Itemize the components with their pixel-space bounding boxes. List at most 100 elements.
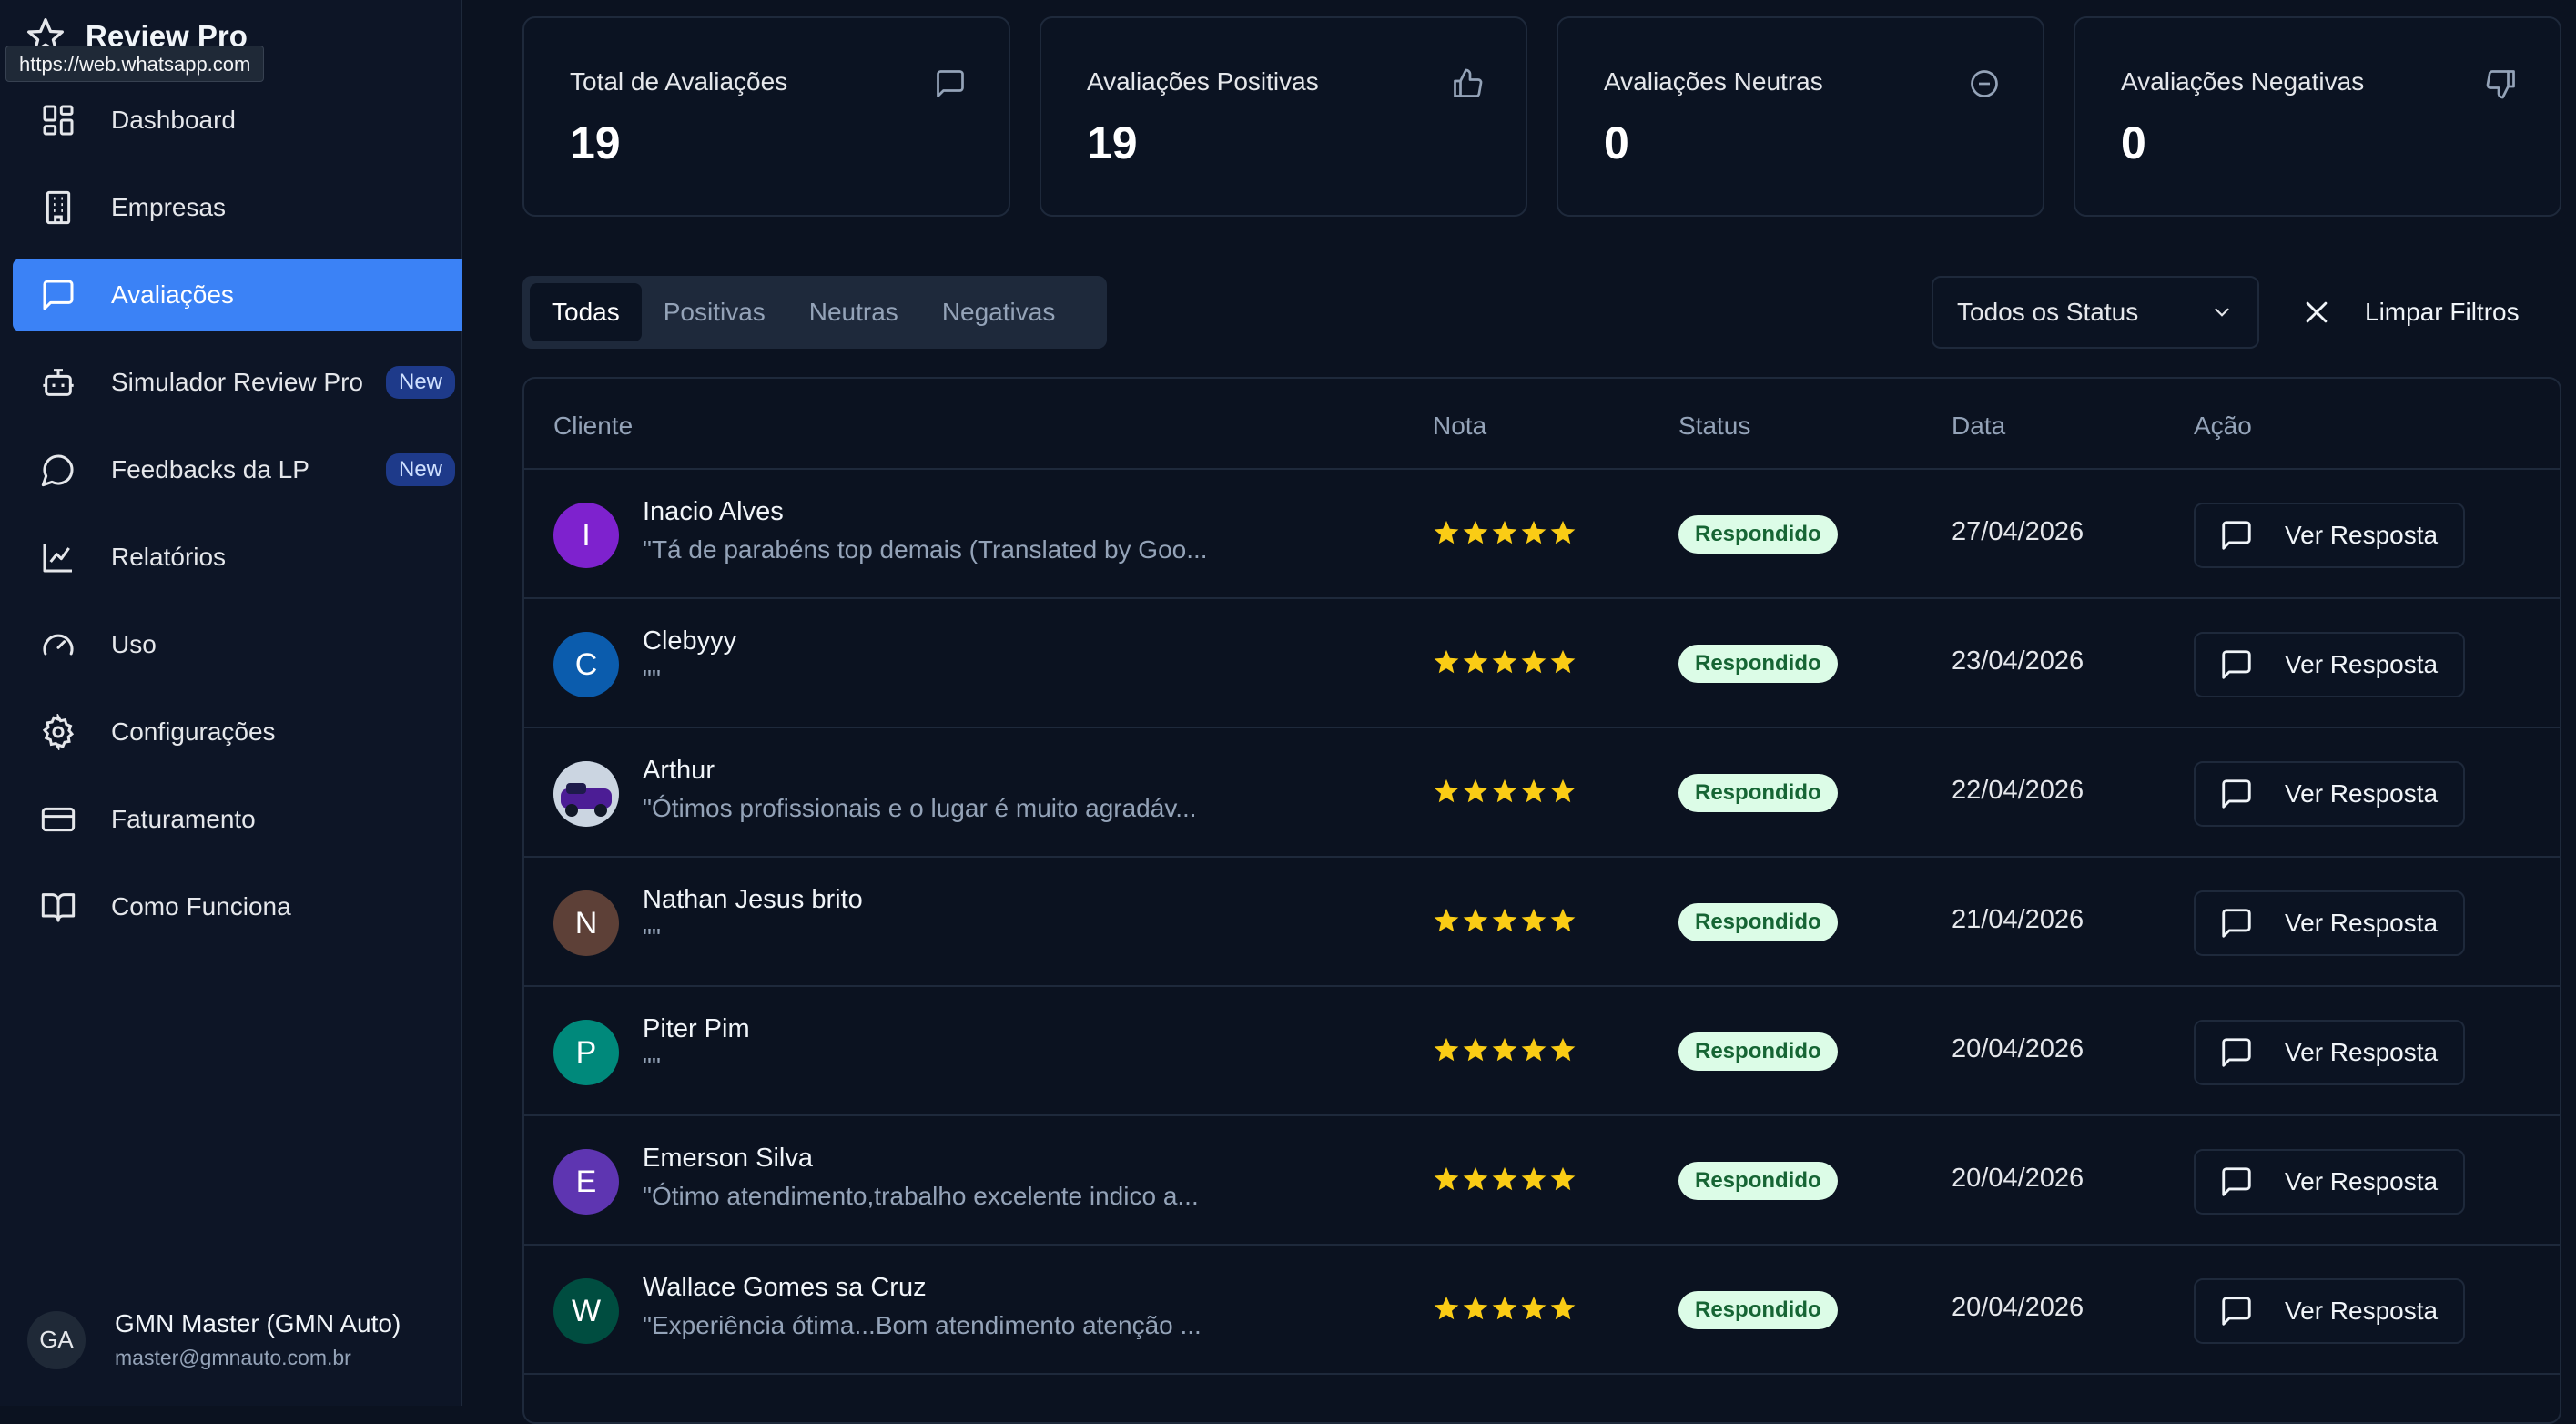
sidebar-item-como-funciona[interactable]: Como Funciona: [13, 870, 462, 943]
building-icon: [40, 189, 76, 226]
user-profile[interactable]: GA GMN Master (GMN Auto) master@gmnauto.…: [27, 1309, 401, 1370]
sidebar-item-relatorios[interactable]: Relatórios: [13, 521, 462, 594]
star-icon: [1462, 1295, 1489, 1322]
review-date: 22/04/2026: [1952, 776, 2084, 805]
message-square-icon: [934, 67, 967, 100]
ver-resposta-button[interactable]: Ver Resposta: [2194, 632, 2465, 697]
review-comment: "Ótimo atendimento,trabalho excelente in…: [643, 1182, 1199, 1210]
review-date: 20/04/2026: [1952, 1293, 2084, 1322]
credit-card-icon: [40, 801, 76, 838]
rating-stars: [1433, 907, 1577, 934]
star-icon: [1520, 778, 1547, 805]
star-icon: [1491, 1295, 1518, 1322]
sidebar-item-simulador[interactable]: Simulador Review Pro New: [13, 346, 462, 419]
sidebar-item-label: Feedbacks da LP: [111, 455, 309, 483]
filter-tabs: Todas Positivas Neutras Negativas: [522, 276, 1107, 349]
ver-resposta-button[interactable]: Ver Resposta: [2194, 890, 2465, 956]
star-icon: [1433, 648, 1460, 676]
star-icon: [1433, 519, 1460, 546]
sidebar-item-feedbacks[interactable]: Feedbacks da LP New: [13, 433, 462, 506]
sidebar-item-label: Simulador Review Pro: [111, 368, 363, 396]
stat-label: Total de Avaliações: [570, 67, 788, 96]
message-square-icon: [40, 277, 76, 313]
status-select-value: Todos os Status: [1957, 298, 2139, 326]
ver-resposta-button[interactable]: Ver Resposta: [2194, 503, 2465, 568]
star-icon: [1549, 778, 1577, 805]
star-icon: [1549, 519, 1577, 546]
client-name: Arthur: [643, 756, 715, 785]
tab-neutras[interactable]: Neutras: [787, 283, 920, 341]
tab-todas[interactable]: Todas: [530, 283, 642, 341]
stat-value: 19: [570, 117, 621, 168]
chart-icon: [40, 539, 76, 575]
review-comment: "": [643, 1053, 661, 1081]
star-icon: [1520, 648, 1547, 676]
review-date: 20/04/2026: [1952, 1164, 2084, 1193]
table-header: Cliente Nota Status Data Ação: [524, 379, 2560, 470]
table-body: I Inacio Alves "Tá de parabéns top demais …: [524, 470, 2560, 1375]
avatar-initial: P: [575, 1034, 597, 1070]
close-icon: [2301, 297, 2332, 328]
status-badge: Respondido: [1678, 1162, 1838, 1200]
sidebar-item-label: Faturamento: [111, 805, 256, 833]
sidebar-item-label: Empresas: [111, 193, 227, 221]
sidebar-item-avaliacoes[interactable]: Avaliações: [13, 259, 462, 331]
header-cliente: Cliente: [553, 412, 634, 440]
avatar: E: [553, 1149, 619, 1215]
message-square-icon: [2219, 906, 2254, 941]
stat-value: 0: [2121, 117, 2146, 168]
status-badge: Respondido: [1678, 1291, 1838, 1329]
sidebar-item-label: Relatórios: [111, 543, 227, 571]
sidebar-item-empresas[interactable]: Empresas: [13, 171, 462, 244]
status-select[interactable]: Todos os Status: [1932, 276, 2259, 349]
user-name: GMN Master (GMN Auto): [115, 1309, 401, 1338]
client-name: Inacio Alves: [643, 497, 784, 526]
sidebar-item-uso[interactable]: Uso: [13, 608, 462, 681]
ver-resposta-button[interactable]: Ver Resposta: [2194, 1020, 2465, 1085]
star-icon: [1549, 1295, 1577, 1322]
star-icon: [1462, 778, 1489, 805]
tab-negativas[interactable]: Negativas: [920, 283, 1078, 341]
action-label: Ver Resposta: [2285, 1038, 2439, 1066]
review-comment: "Experiência ótima...Bom atendimento ate…: [643, 1311, 1202, 1339]
star-icon: [1462, 907, 1489, 934]
ver-resposta-button[interactable]: Ver Resposta: [2194, 761, 2465, 827]
star-icon: [1549, 648, 1577, 676]
star-icon: [1520, 1036, 1547, 1063]
thumbs-up-icon: [1451, 67, 1484, 100]
sidebar-item-configuracoes[interactable]: Configurações: [13, 696, 462, 768]
sidebar-item-faturamento[interactable]: Faturamento: [13, 783, 462, 856]
sidebar-item-label: Uso: [111, 630, 157, 658]
stat-label: Avaliações Neutras: [1604, 67, 1823, 96]
ver-resposta-button[interactable]: Ver Resposta: [2194, 1149, 2465, 1215]
ver-resposta-button[interactable]: Ver Resposta: [2194, 1278, 2465, 1344]
clear-filters-button[interactable]: Limpar Filtros: [2301, 276, 2520, 349]
star-icon: [1433, 907, 1460, 934]
action-label: Ver Resposta: [2285, 521, 2439, 549]
book-icon: [40, 889, 76, 925]
stat-card-positive: Avaliações Positivas 19: [1040, 16, 1527, 217]
message-square-icon: [2219, 777, 2254, 811]
sidebar-item-dashboard[interactable]: Dashboard: [13, 84, 462, 157]
dashboard-icon: [40, 102, 76, 138]
stat-card-total: Total de Avaliações 19: [522, 16, 1010, 217]
star-icon: [1491, 1165, 1518, 1193]
stat-label: Avaliações Negativas: [2121, 67, 2365, 96]
star-icon: [1520, 519, 1547, 546]
url-tooltip: https://web.whatsapp.com: [5, 46, 265, 82]
avatar: C: [553, 632, 619, 697]
client-name: Clebyyy: [643, 626, 737, 656]
status-badge: Respondido: [1678, 903, 1838, 941]
tab-positivas[interactable]: Positivas: [642, 283, 787, 341]
avatar-photo: [553, 761, 619, 827]
review-date: 27/04/2026: [1952, 517, 2084, 546]
minus-circle-icon: [1968, 67, 2001, 100]
client-name: Emerson Silva: [643, 1144, 813, 1173]
review-comment: "Ótimos profissionais e o lugar é muito …: [643, 794, 1197, 822]
star-icon: [1549, 907, 1577, 934]
review-comment: "": [643, 923, 661, 951]
stat-card-neutral: Avaliações Neutras 0: [1557, 16, 2044, 217]
avatar: N: [553, 890, 619, 956]
star-icon: [1520, 907, 1547, 934]
avatar-initial: I: [582, 517, 591, 553]
